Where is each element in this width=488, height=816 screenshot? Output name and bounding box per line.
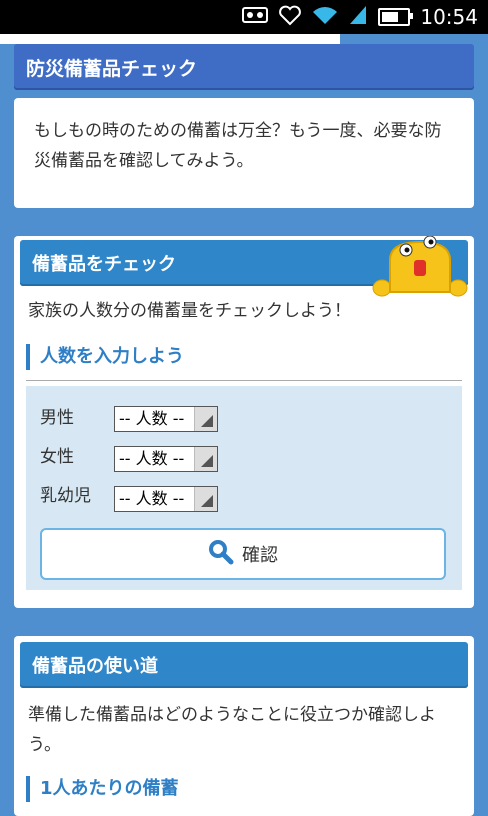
usage-panel-title: 備蓄品の使い道	[20, 642, 468, 688]
dropdown-arrow-icon	[194, 407, 217, 431]
row-female: 女性 -- 人数 --	[40, 436, 218, 472]
usage-description: 準備した備蓄品はどのようなことに役立つか確認しよう。	[28, 705, 436, 755]
status-time: 10:54	[420, 5, 478, 29]
people-form: 男性 -- 人数 -- 女性 -- 人数 -- 乳幼児 -- 人数 -- 確認	[26, 386, 462, 590]
female-select-value: -- 人数 --	[119, 449, 185, 468]
top-strip	[0, 34, 488, 44]
per-person-heading: 1人あたりの備蓄	[26, 776, 179, 802]
dropdown-arrow-icon	[194, 487, 217, 511]
row-infant: 乳幼児 -- 人数 --	[40, 474, 218, 512]
infant-label: 乳幼児	[40, 485, 91, 506]
intro-text: もしもの時のための備蓄は万全？もう一度、必要な防災備蓄品を確認してみよう。	[34, 121, 442, 171]
infant-select-value: -- 人数 --	[119, 489, 185, 508]
female-count-select[interactable]: -- 人数 --	[114, 446, 218, 472]
confirm-label: 確認	[242, 545, 278, 566]
dropdown-arrow-icon	[194, 447, 217, 471]
check-description: 家族の人数分の備蓄量をチェックしよう！	[28, 301, 351, 321]
people-count-heading: 人数を入力しよう	[26, 344, 184, 370]
female-label: 女性	[40, 446, 74, 467]
signal-icon	[348, 4, 368, 30]
intro-panel: もしもの時のための備蓄は万全？もう一度、必要な防災備蓄品を確認してみよう。	[14, 98, 474, 208]
search-icon	[208, 539, 234, 570]
check-panel: 備蓄品をチェック 家族の人数分の備蓄量をチェックしよう！ 人数を入力しよう 男性…	[14, 235, 474, 608]
male-label: 男性	[40, 407, 74, 428]
header-panel: 防災備蓄品チェック	[14, 44, 474, 90]
battery-icon	[378, 8, 414, 26]
status-bar: 10:54	[0, 0, 488, 34]
heart-icon	[278, 4, 302, 30]
wifi-icon	[312, 4, 338, 30]
row-male: 男性 -- 人数 --	[40, 398, 218, 432]
infant-count-select[interactable]: -- 人数 --	[114, 486, 218, 512]
voicemail-icon	[242, 5, 269, 29]
page-title: 防災備蓄品チェック	[14, 44, 474, 90]
confirm-button[interactable]: 確認	[40, 528, 446, 580]
heading-divider	[26, 380, 462, 381]
male-count-select[interactable]: -- 人数 --	[114, 406, 218, 432]
male-select-value: -- 人数 --	[119, 409, 185, 428]
usage-panel: 備蓄品の使い道 準備した備蓄品はどのようなことに役立つか確認しよう。 1人あたり…	[14, 636, 474, 816]
